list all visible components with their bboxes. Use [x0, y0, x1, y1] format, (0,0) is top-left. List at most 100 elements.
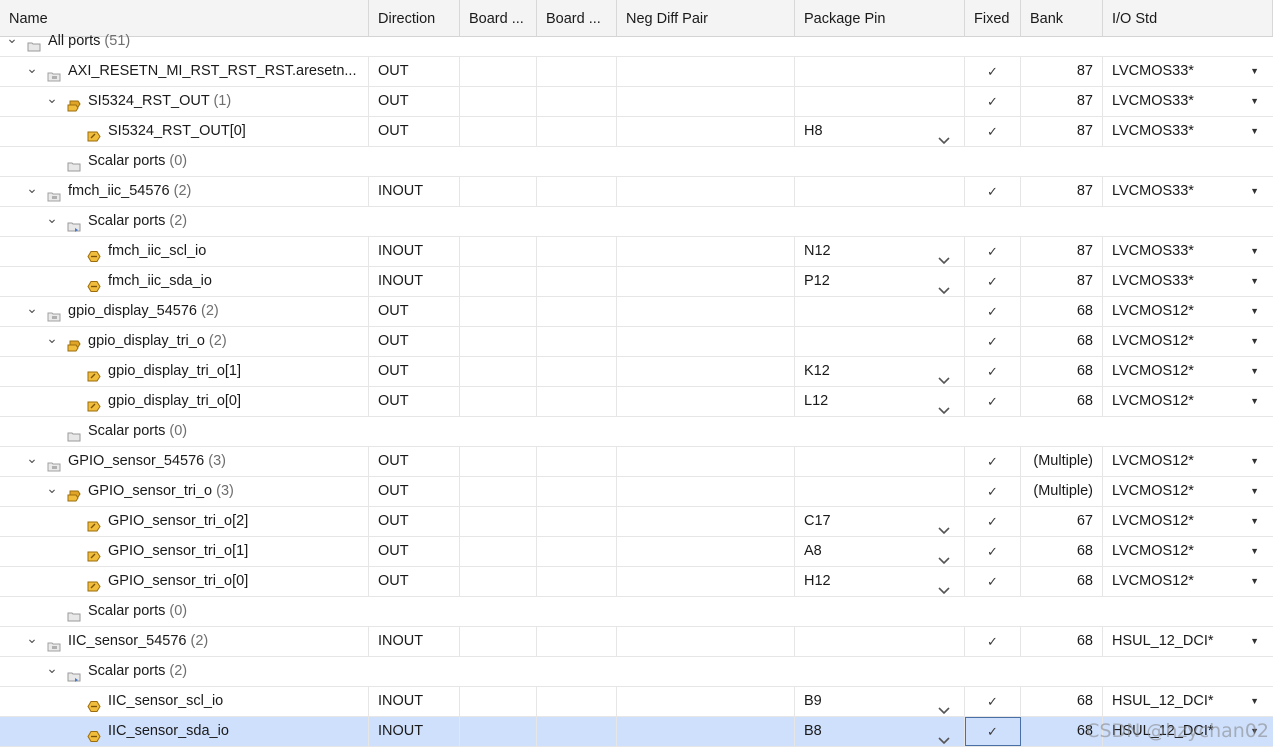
board-cell[interactable] [460, 87, 537, 116]
fixed-checkbox[interactable]: ✓ [965, 117, 1021, 146]
io-std-dropdown-icon[interactable]: ▼ [1250, 237, 1259, 266]
expand-toggle-icon[interactable]: ⌄ [45, 87, 59, 116]
expand-toggle-icon[interactable]: ⌄ [5, 27, 19, 56]
port-row[interactable]: ⌄ GPIO_sensor_54576 (3) OUT ✓ (Multiple) LVCM… [0, 447, 1273, 477]
neg-diff-pair-cell[interactable] [617, 567, 795, 596]
io-std-cell[interactable]: LVCMOS33* ▼ [1103, 267, 1273, 296]
package-pin-cell[interactable] [795, 477, 965, 506]
fixed-checkbox[interactable]: ✓ [965, 177, 1021, 206]
port-row[interactable]: IIC_sensor_sda_io INOUT B8 ✓ 68 HSUL_12_DCI* ▼ [0, 717, 1273, 747]
fixed-checkbox[interactable]: ✓ [965, 477, 1021, 506]
board-cell[interactable] [460, 477, 537, 506]
direction-cell[interactable]: INOUT [369, 627, 460, 656]
port-row[interactable]: ⌄ GPIO_sensor_tri_o (3) OUT ✓ (Multiple) LVCM… [0, 477, 1273, 507]
expand-toggle-icon[interactable]: ⌄ [25, 627, 39, 656]
neg-diff-pair-cell[interactable] [617, 57, 795, 86]
board-cell[interactable] [460, 357, 537, 386]
pin-dropdown-chevron-icon[interactable] [938, 367, 950, 386]
package-pin-cell[interactable]: H8 [795, 117, 965, 146]
bank-cell[interactable]: (Multiple) [1021, 477, 1103, 506]
io-std-cell[interactable]: LVCMOS33* ▼ [1103, 117, 1273, 146]
board-cell[interactable] [460, 387, 537, 416]
direction-cell[interactable]: INOUT [369, 267, 460, 296]
bank-cell[interactable]: 68 [1021, 387, 1103, 416]
direction-cell[interactable]: OUT [369, 357, 460, 386]
neg-diff-pair-cell[interactable] [617, 537, 795, 566]
package-pin-cell[interactable]: B9 [795, 687, 965, 716]
fixed-checkbox[interactable]: ✓ [965, 297, 1021, 326]
port-row[interactable]: gpio_display_tri_o[0] OUT L12 ✓ 68 LVCMOS12* ▼ [0, 387, 1273, 417]
direction-cell[interactable]: OUT [369, 57, 460, 86]
bank-cell[interactable]: 68 [1021, 327, 1103, 356]
io-std-dropdown-icon[interactable]: ▼ [1250, 387, 1259, 416]
io-std-cell[interactable]: HSUL_12_DCI* ▼ [1103, 717, 1273, 746]
bank-cell[interactable]: 68 [1021, 537, 1103, 566]
io-std-dropdown-icon[interactable]: ▼ [1250, 177, 1259, 206]
board-cell[interactable] [537, 177, 617, 206]
tree-group-row[interactable]: Scalar ports (0) [0, 417, 1273, 447]
bank-cell[interactable]: 68 [1021, 687, 1103, 716]
pin-dropdown-chevron-icon[interactable] [938, 547, 950, 566]
package-pin-cell[interactable]: B8 [795, 717, 965, 746]
neg-diff-pair-cell[interactable] [617, 177, 795, 206]
direction-cell[interactable]: OUT [369, 567, 460, 596]
io-std-cell[interactable]: LVCMOS12* ▼ [1103, 447, 1273, 476]
port-row[interactable]: ⌄ IIC_sensor_54576 (2) INOUT ✓ 68 HSUL_12_DCI… [0, 627, 1273, 657]
io-std-cell[interactable]: LVCMOS12* ▼ [1103, 387, 1273, 416]
package-pin-cell[interactable] [795, 327, 965, 356]
port-row[interactable]: GPIO_sensor_tri_o[0] OUT H12 ✓ 68 LVCMOS12* ▼ [0, 567, 1273, 597]
io-std-dropdown-icon[interactable]: ▼ [1250, 87, 1259, 116]
fixed-checkbox[interactable]: ✓ [965, 687, 1021, 716]
tree-group-row[interactable]: ⌄ Scalar ports (2) [0, 657, 1273, 687]
io-std-cell[interactable]: LVCMOS12* ▼ [1103, 297, 1273, 326]
board-cell[interactable] [537, 537, 617, 566]
bank-cell[interactable]: (Multiple) [1021, 447, 1103, 476]
expand-toggle-icon[interactable]: ⌄ [25, 177, 39, 206]
io-std-cell[interactable]: LVCMOS12* ▼ [1103, 567, 1273, 596]
board-cell[interactable] [537, 627, 617, 656]
package-pin-cell[interactable]: L12 [795, 387, 965, 416]
expand-toggle-icon[interactable]: ⌄ [45, 207, 59, 236]
board-cell[interactable] [460, 567, 537, 596]
pin-dropdown-chevron-icon[interactable] [938, 697, 950, 716]
board-cell[interactable] [460, 717, 537, 746]
port-row[interactable]: gpio_display_tri_o[1] OUT K12 ✓ 68 LVCMOS12* ▼ [0, 357, 1273, 387]
expand-toggle-icon[interactable]: ⌄ [45, 477, 59, 506]
board-cell[interactable] [460, 57, 537, 86]
tree-group-row[interactable]: Scalar ports (0) [0, 597, 1273, 627]
board-cell[interactable] [537, 267, 617, 296]
bank-cell[interactable]: 87 [1021, 237, 1103, 266]
expand-toggle-icon[interactable]: ⌄ [25, 57, 39, 86]
io-std-dropdown-icon[interactable]: ▼ [1250, 717, 1259, 746]
board-cell[interactable] [537, 237, 617, 266]
board-cell[interactable] [460, 687, 537, 716]
neg-diff-pair-cell[interactable] [617, 87, 795, 116]
port-row[interactable]: fmch_iic_sda_io INOUT P12 ✓ 87 LVCMOS33* ▼ [0, 267, 1273, 297]
direction-cell[interactable]: OUT [369, 477, 460, 506]
tree-group-row[interactable]: ⌄ Scalar ports (2) [0, 207, 1273, 237]
io-std-dropdown-icon[interactable]: ▼ [1250, 507, 1259, 536]
port-row[interactable]: ⌄ gpio_display_54576 (2) OUT ✓ 68 LVCMOS12* ▼ [0, 297, 1273, 327]
io-std-cell[interactable]: HSUL_12_DCI* ▼ [1103, 627, 1273, 656]
io-std-dropdown-icon[interactable]: ▼ [1250, 477, 1259, 506]
io-std-cell[interactable]: LVCMOS33* ▼ [1103, 87, 1273, 116]
board-cell[interactable] [537, 357, 617, 386]
fixed-checkbox[interactable]: ✓ [965, 87, 1021, 116]
bank-cell[interactable]: 87 [1021, 57, 1103, 86]
board-cell[interactable] [537, 477, 617, 506]
io-std-cell[interactable]: LVCMOS12* ▼ [1103, 477, 1273, 506]
io-std-dropdown-icon[interactable]: ▼ [1250, 567, 1259, 596]
io-std-dropdown-icon[interactable]: ▼ [1250, 267, 1259, 296]
port-row[interactable]: fmch_iic_scl_io INOUT N12 ✓ 87 LVCMOS33* ▼ [0, 237, 1273, 267]
pin-dropdown-chevron-icon[interactable] [938, 577, 950, 596]
package-pin-cell[interactable] [795, 627, 965, 656]
pin-dropdown-chevron-icon[interactable] [938, 127, 950, 146]
board-cell[interactable] [537, 447, 617, 476]
tree-group-row[interactable]: ⌄ All ports (51) [0, 27, 1273, 57]
neg-diff-pair-cell[interactable] [617, 507, 795, 536]
fixed-checkbox[interactable]: ✓ [965, 357, 1021, 386]
direction-cell[interactable]: OUT [369, 87, 460, 116]
direction-cell[interactable]: INOUT [369, 687, 460, 716]
board-cell[interactable] [460, 237, 537, 266]
board-cell[interactable] [537, 297, 617, 326]
